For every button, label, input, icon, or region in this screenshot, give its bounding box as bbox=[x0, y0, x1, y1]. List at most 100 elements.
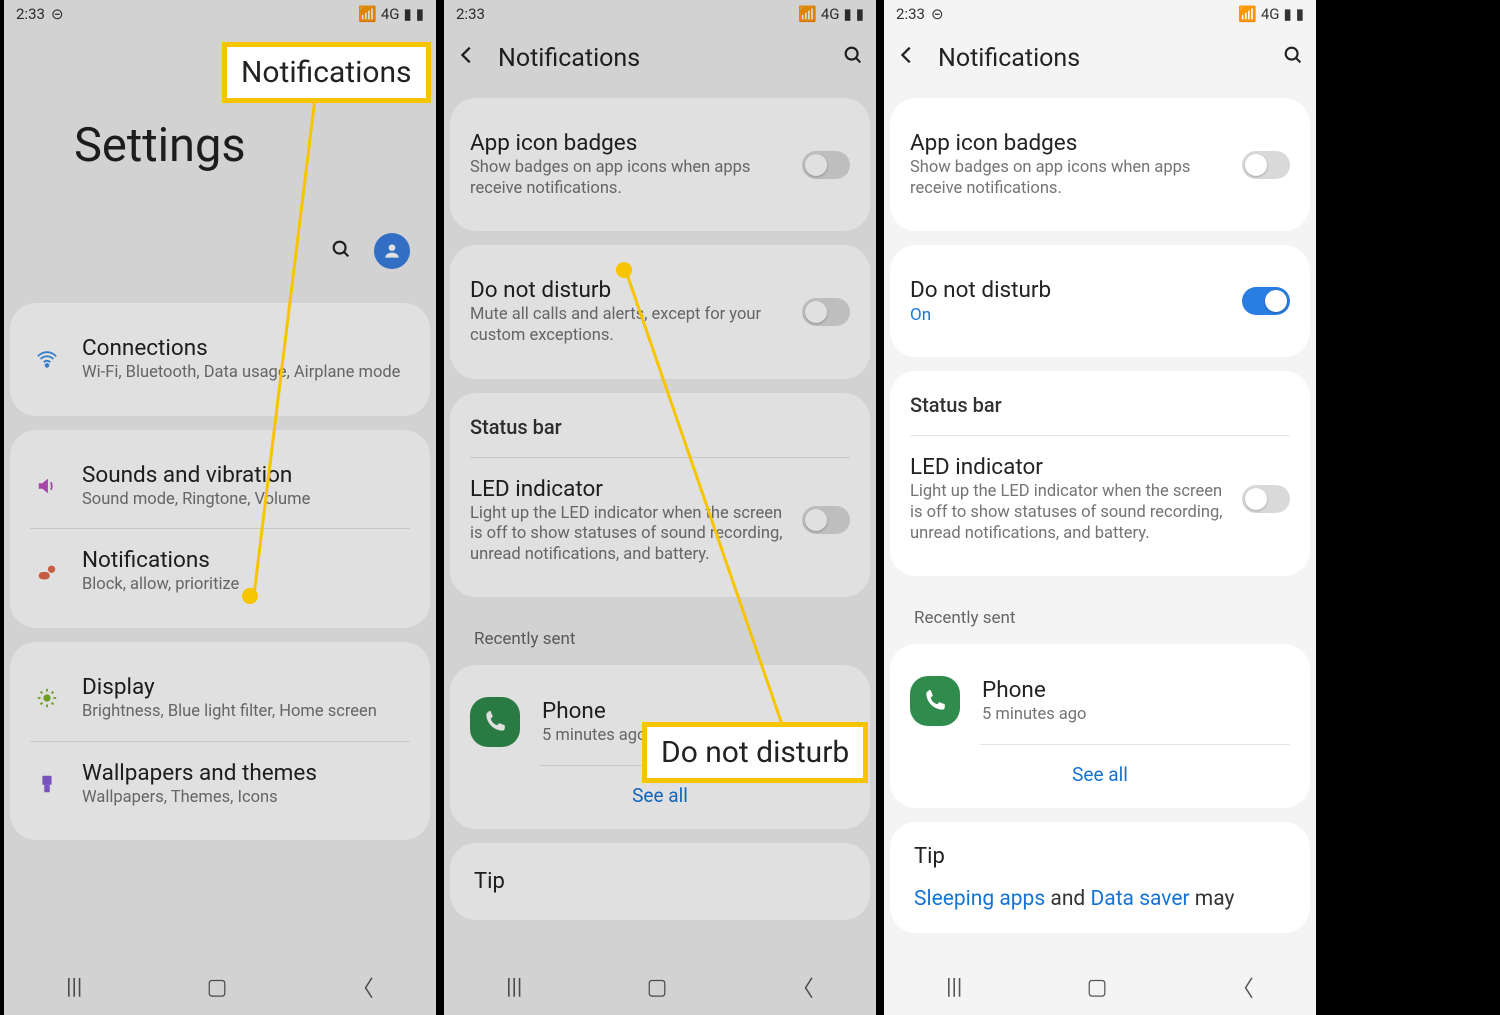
screen-settings: 2:33 ⊝ 📶 4G ▮ ▮ Settings Connections bbox=[0, 0, 440, 1015]
item-sub: Mute all calls and alerts, except for yo… bbox=[470, 305, 784, 346]
item-app-icon-badges[interactable]: App icon badges Show badges on app icons… bbox=[450, 98, 870, 231]
item-led-indicator[interactable]: LED indicator Light up the LED indicator… bbox=[470, 462, 850, 580]
page-title: Settings bbox=[4, 118, 436, 173]
item-title: Display bbox=[82, 674, 410, 700]
sleeping-apps-link[interactable]: Sleeping apps bbox=[914, 887, 1045, 911]
nav-back-icon[interactable]: 〈 bbox=[352, 971, 374, 1003]
data-saver-link[interactable]: Data saver bbox=[1090, 887, 1189, 911]
item-led-indicator[interactable]: LED indicator Light up the LED indicator… bbox=[910, 440, 1290, 558]
brush-icon bbox=[30, 767, 64, 801]
toggle-badges[interactable] bbox=[1242, 151, 1290, 179]
item-sub: Show badges on app icons when apps recei… bbox=[910, 158, 1224, 199]
nav-bar: ||| ▢ 〈 bbox=[884, 959, 1316, 1015]
item-do-not-disturb[interactable]: Do not disturb Mute all calls and alerts… bbox=[450, 245, 870, 378]
toggle-badges[interactable] bbox=[802, 151, 850, 179]
item-sub: Wi-Fi, Bluetooth, Data usage, Airplane m… bbox=[82, 363, 410, 384]
callout-box-dnd: Do not disturb bbox=[642, 722, 868, 783]
toggle-dnd[interactable] bbox=[1242, 287, 1290, 315]
search-icon[interactable] bbox=[330, 238, 352, 264]
tip-body: Sleeping apps and Data saver may bbox=[914, 887, 1286, 911]
settings-item-wallpapers[interactable]: Wallpapers and themes Wallpapers, Themes… bbox=[30, 746, 410, 823]
item-title: Sounds and vibration bbox=[82, 462, 410, 488]
signal-status-icon: ▮ bbox=[403, 5, 411, 23]
annotation-dot bbox=[242, 588, 258, 604]
back-icon[interactable] bbox=[896, 44, 918, 73]
item-sub: Wallpapers, Themes, Icons bbox=[82, 788, 410, 809]
signal-status-icon: ▮ bbox=[843, 5, 851, 23]
search-icon[interactable] bbox=[1282, 44, 1304, 73]
page-title: Notifications bbox=[498, 44, 640, 73]
nav-recents-icon[interactable]: ||| bbox=[506, 975, 522, 1000]
recent-app-name: Phone bbox=[542, 698, 850, 724]
item-title: LED indicator bbox=[910, 454, 1224, 480]
item-sub: Sound mode, Ringtone, Volume bbox=[82, 490, 410, 511]
section-recently-sent: Recently sent bbox=[890, 590, 1310, 634]
item-title: Connections bbox=[82, 335, 410, 361]
toggle-dnd[interactable] bbox=[802, 298, 850, 326]
toggle-led[interactable] bbox=[1242, 485, 1290, 513]
wifi-status-icon: 📶 bbox=[358, 5, 377, 23]
item-do-not-disturb[interactable]: Do not disturb On bbox=[890, 245, 1310, 357]
item-app-icon-badges[interactable]: App icon badges Show badges on app icons… bbox=[890, 98, 1310, 231]
annotation-dot bbox=[616, 262, 632, 278]
item-title: Wallpapers and themes bbox=[82, 760, 410, 786]
sun-icon bbox=[30, 681, 64, 715]
callout-box-notifications: Notifications bbox=[222, 42, 431, 103]
status-bar: 2:33 ⊝ 📶 4G ▮ ▮ bbox=[4, 0, 436, 28]
battery-status-icon: ▮ bbox=[416, 5, 424, 23]
nav-home-icon[interactable]: ▢ bbox=[1087, 975, 1108, 1000]
nav-bar: ||| ▢ 〈 bbox=[444, 959, 876, 1015]
back-icon[interactable] bbox=[456, 44, 478, 73]
nav-home-icon[interactable]: ▢ bbox=[647, 975, 668, 1000]
nav-back-icon[interactable]: 〈 bbox=[792, 971, 814, 1003]
search-icon[interactable] bbox=[842, 44, 864, 73]
recent-app-name: Phone bbox=[982, 677, 1290, 703]
network-status-icon: 4G bbox=[381, 5, 400, 23]
nav-home-icon[interactable]: ▢ bbox=[207, 975, 228, 1000]
section-recently-sent: Recently sent bbox=[450, 611, 870, 655]
clock: 2:33 bbox=[16, 5, 45, 23]
dnd-status-icon: ⊝ bbox=[931, 5, 944, 23]
notifications-icon bbox=[30, 555, 64, 589]
status-bar: 2:33 📶 4G ▮ ▮ bbox=[444, 0, 876, 28]
settings-item-connections[interactable]: Connections Wi-Fi, Bluetooth, Data usage… bbox=[30, 321, 410, 398]
status-bar: 2:33 ⊝ 📶 4G ▮ ▮ bbox=[884, 0, 1316, 28]
item-status-bar[interactable]: Status bar bbox=[910, 389, 1290, 431]
item-sub: Light up the LED indicator when the scre… bbox=[910, 482, 1224, 544]
item-status-bar[interactable]: Status bar bbox=[470, 411, 850, 453]
screen-notifications-on: 2:33 ⊝ 📶 4G ▮ ▮ Notifications App icon b… bbox=[880, 0, 1320, 1015]
clock: 2:33 bbox=[456, 5, 485, 23]
nav-recents-icon[interactable]: ||| bbox=[66, 975, 82, 1000]
screen-notifications: 2:33 📶 4G ▮ ▮ Notifications App icon bad… bbox=[440, 0, 880, 1015]
recent-app-time: 5 minutes ago bbox=[982, 705, 1290, 726]
settings-item-notifications[interactable]: Notifications Block, allow, prioritize bbox=[30, 533, 410, 610]
tip-heading: Tip bbox=[914, 844, 1286, 869]
item-sub: Brightness, Blue light filter, Home scre… bbox=[82, 702, 410, 723]
phone-app-icon bbox=[470, 697, 520, 747]
item-title: Notifications bbox=[82, 547, 410, 573]
item-title: App icon badges bbox=[470, 130, 784, 156]
nav-recents-icon[interactable]: ||| bbox=[946, 975, 962, 1000]
profile-avatar[interactable] bbox=[374, 233, 410, 269]
sound-icon bbox=[30, 469, 64, 503]
clock: 2:33 bbox=[896, 5, 925, 23]
settings-item-sounds[interactable]: Sounds and vibration Sound mode, Rington… bbox=[30, 448, 410, 525]
page-title: Notifications bbox=[938, 44, 1080, 73]
item-state: On bbox=[910, 305, 1224, 325]
phone-app-icon bbox=[910, 676, 960, 726]
battery-status-icon: ▮ bbox=[856, 5, 864, 23]
item-title: Do not disturb bbox=[910, 277, 1224, 303]
settings-item-display[interactable]: Display Brightness, Blue light filter, H… bbox=[30, 660, 410, 737]
item-title: App icon badges bbox=[910, 130, 1224, 156]
network-status-icon: 4G bbox=[821, 5, 840, 23]
dnd-status-icon: ⊝ bbox=[51, 5, 64, 23]
see-all-link[interactable]: See all bbox=[910, 749, 1290, 790]
nav-back-icon[interactable]: 〈 bbox=[1232, 971, 1254, 1003]
tip-heading: Tip bbox=[474, 869, 846, 894]
nav-bar: ||| ▢ 〈 bbox=[4, 959, 436, 1015]
recent-app-row[interactable]: Phone 5 minutes ago bbox=[910, 662, 1290, 740]
wifi-status-icon: 📶 bbox=[1238, 5, 1257, 23]
toggle-led[interactable] bbox=[802, 506, 850, 534]
item-sub: Show badges on app icons when apps recei… bbox=[470, 158, 784, 199]
network-status-icon: 4G bbox=[1261, 5, 1280, 23]
